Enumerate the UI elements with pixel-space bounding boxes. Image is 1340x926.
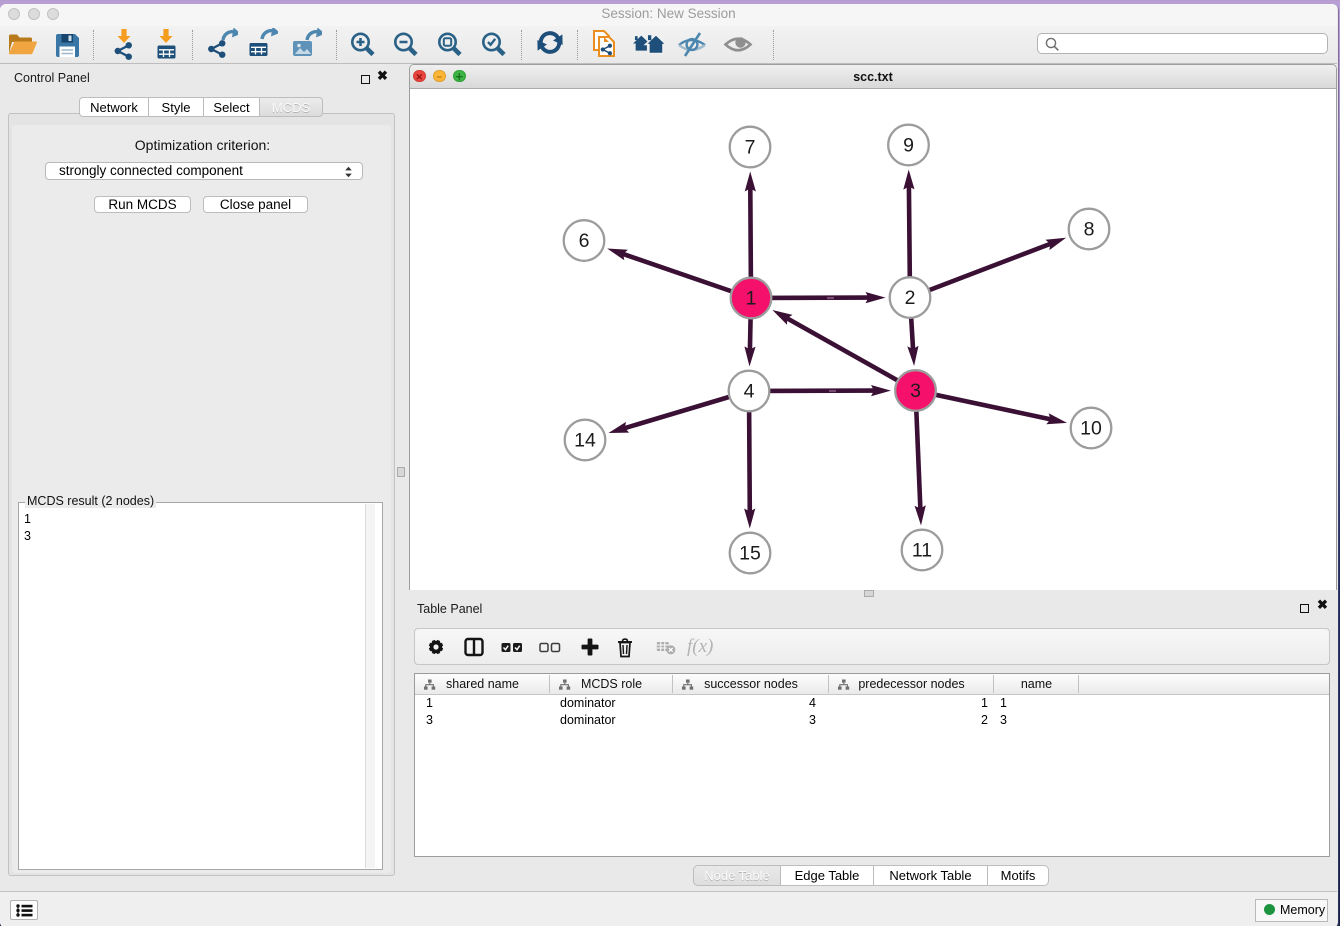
svg-text:6: 6 [579, 230, 590, 252]
svg-text:14: 14 [574, 430, 596, 452]
svg-text:4: 4 [744, 381, 755, 403]
svg-text:2: 2 [905, 287, 916, 309]
svg-text:9: 9 [903, 135, 914, 157]
svg-text:11: 11 [912, 540, 932, 562]
svg-text:1: 1 [746, 288, 757, 310]
svg-text:3: 3 [910, 380, 921, 402]
svg-text:8: 8 [1084, 219, 1095, 241]
svg-text:7: 7 [745, 137, 756, 159]
svg-text:15: 15 [739, 543, 761, 565]
svg-text:10: 10 [1080, 418, 1102, 440]
